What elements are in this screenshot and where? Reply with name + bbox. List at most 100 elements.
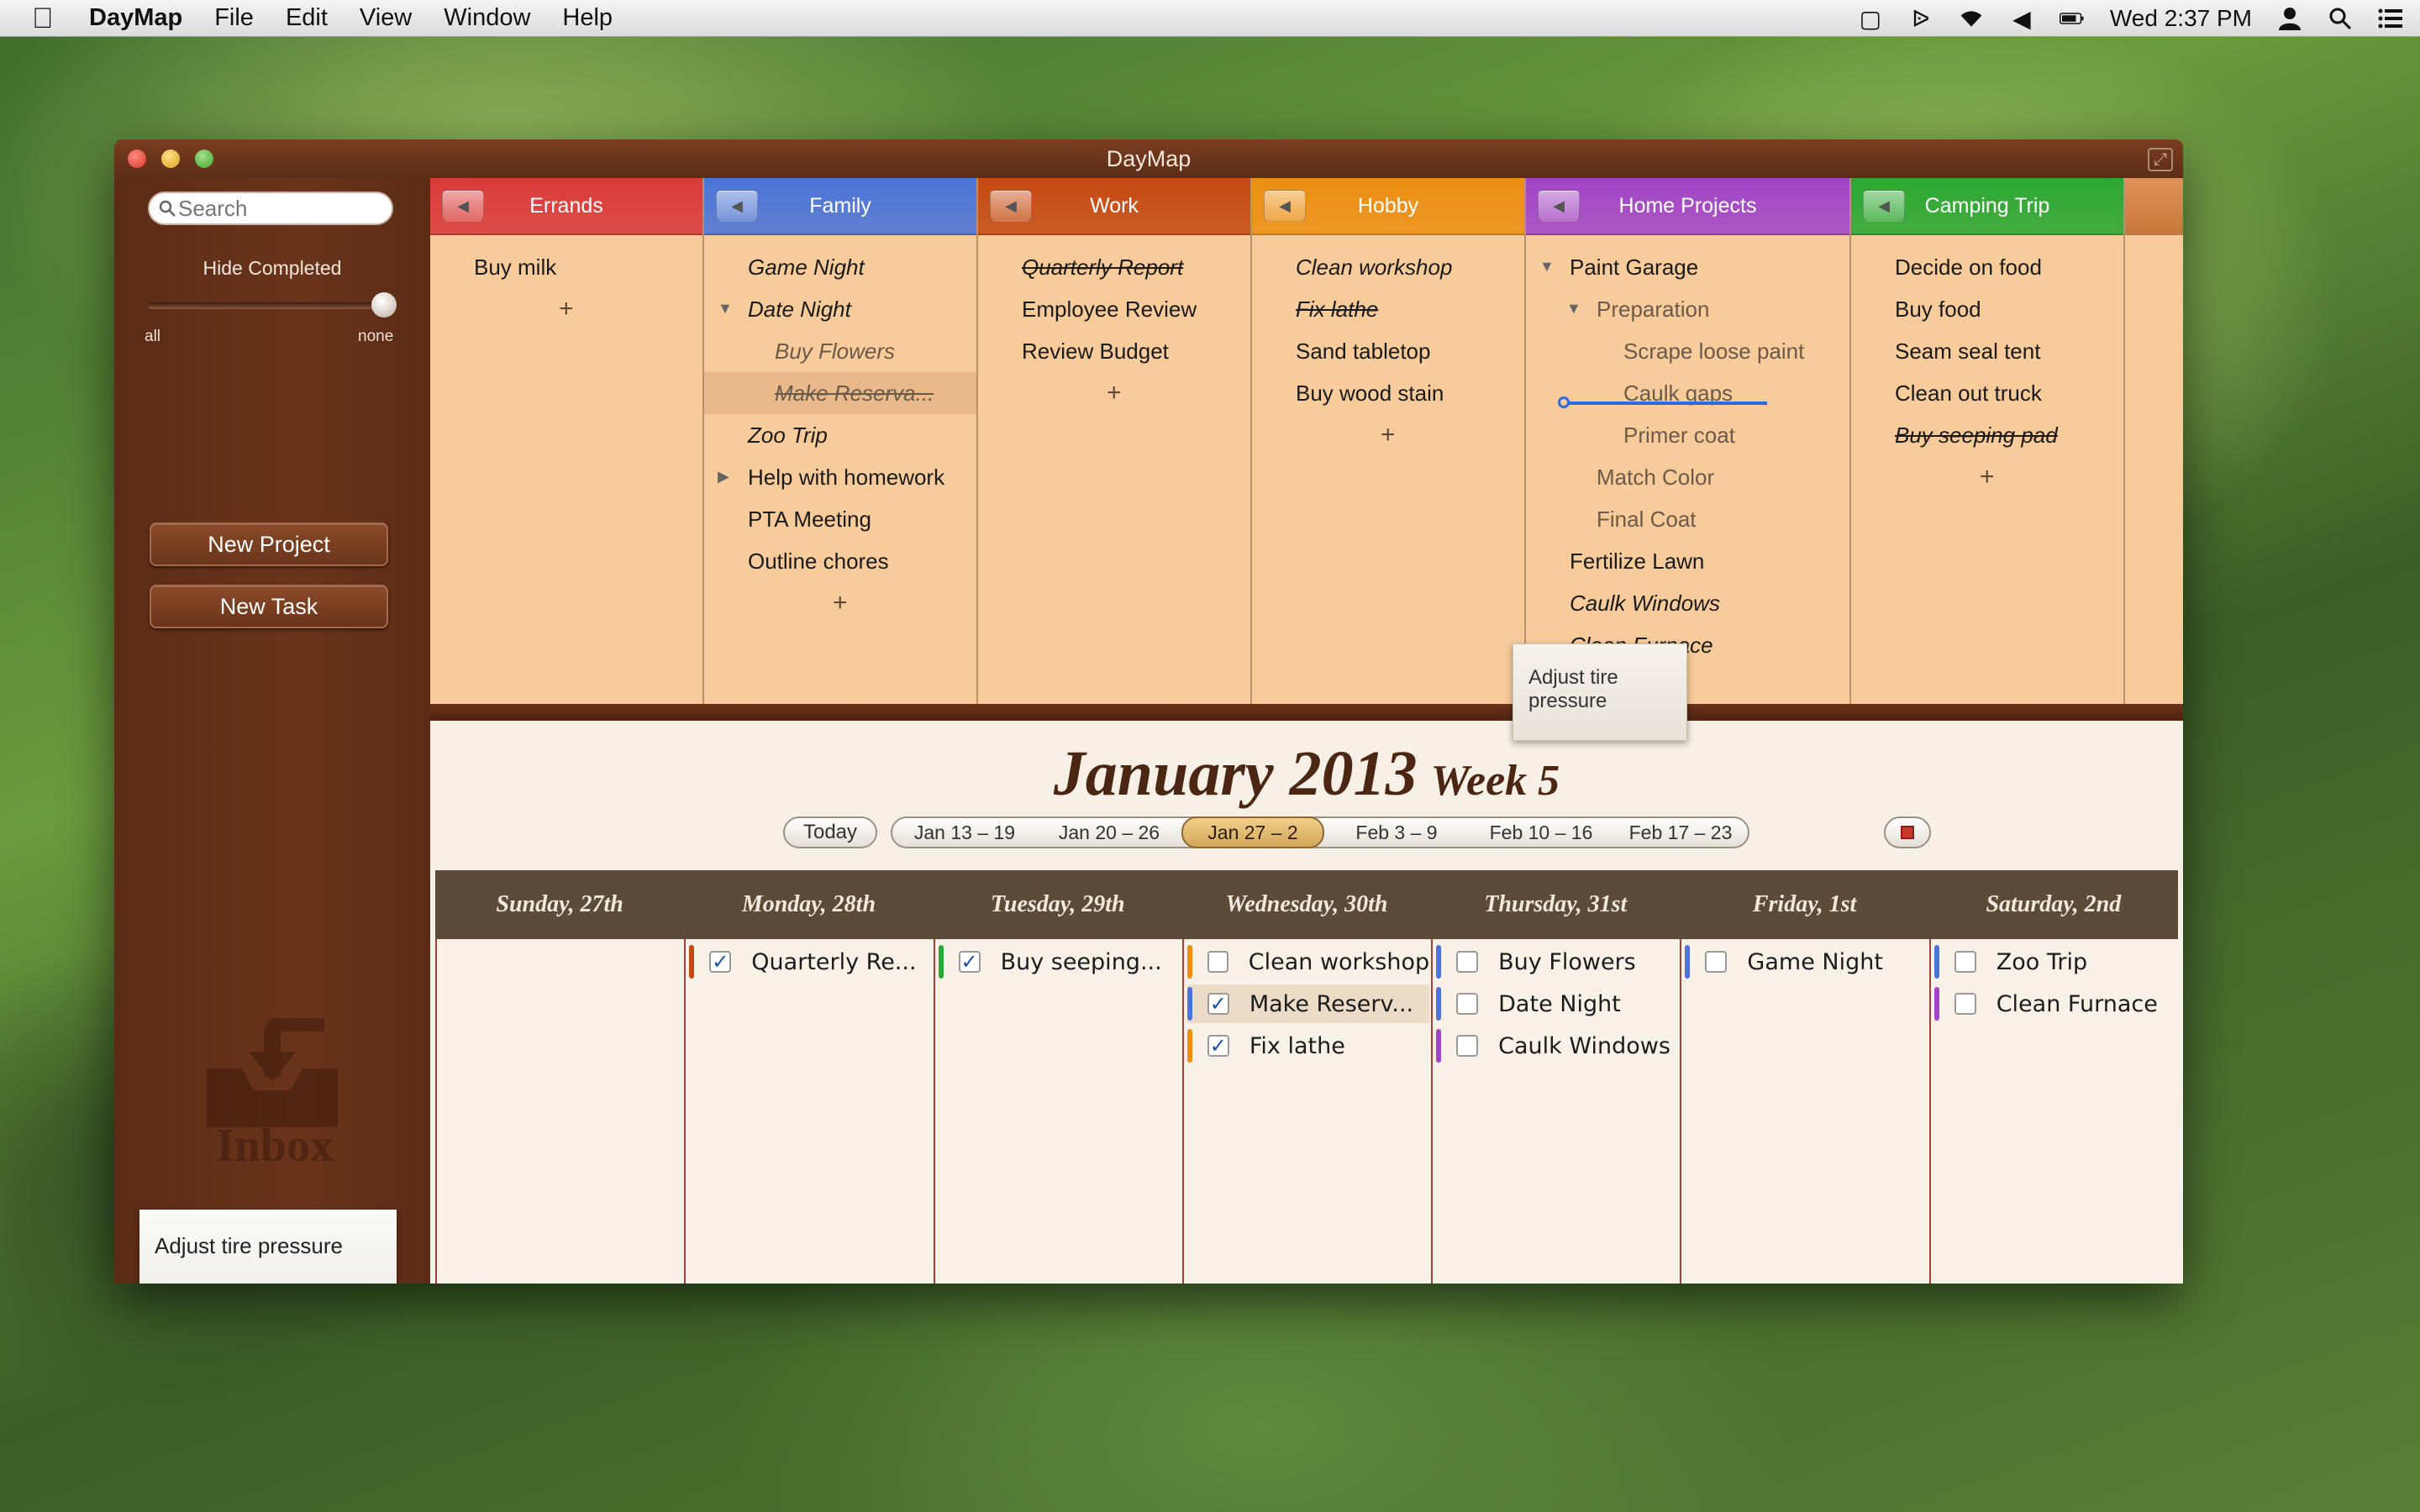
- calendar-task[interactable]: ✓ Buy seeping...: [938, 942, 1181, 981]
- task-checkbox[interactable]: [1456, 1035, 1479, 1057]
- task-item[interactable]: Game Night: [748, 246, 865, 288]
- day-column[interactable]: Buy Flowers Date Night Caulk Windows: [1431, 939, 1680, 1284]
- menu-edit[interactable]: Edit: [286, 4, 328, 32]
- window-icon[interactable]: ▢: [1858, 6, 1883, 32]
- calendar-task[interactable]: Buy Flowers: [1436, 942, 1678, 981]
- project-header[interactable]: ◀ Camping Trip: [1851, 178, 2123, 235]
- calendar-picker-button[interactable]: [1884, 816, 1931, 848]
- task-item[interactable]: Fix lathe: [1296, 288, 1378, 330]
- close-button[interactable]: [128, 150, 146, 168]
- task-item[interactable]: Zoo Trip: [748, 414, 828, 456]
- day-column[interactable]: ✓ Buy seeping...: [933, 939, 1182, 1284]
- disclosure-closed-icon[interactable]: ▶: [718, 468, 729, 486]
- notification-center-icon[interactable]: [2378, 6, 2403, 31]
- project-header[interactable]: ◀ Work: [978, 178, 1250, 235]
- day-column[interactable]: Clean workshop ✓ Make Reserv... ✓ Fix lathe: [1181, 939, 1431, 1284]
- inbox-task-note[interactable]: Adjust tire pressure: [139, 1210, 397, 1284]
- task-item[interactable]: Buy food: [1895, 288, 1981, 330]
- task-item[interactable]: Buy milk: [474, 246, 556, 288]
- task-item[interactable]: Outline chores: [748, 540, 889, 582]
- task-item[interactable]: Primer coat: [1623, 414, 1735, 456]
- user-icon[interactable]: [2277, 6, 2302, 31]
- task-item[interactable]: Employee Review: [1022, 288, 1197, 330]
- task-item[interactable]: Clean out truck: [1895, 372, 2042, 414]
- volume-icon[interactable]: ◀: [2009, 6, 2034, 32]
- disclosure-open-icon[interactable]: ▼: [718, 300, 733, 318]
- task-item[interactable]: Buy Flowers: [775, 330, 895, 372]
- calendar-task[interactable]: ✓ Make Reserv...: [1186, 984, 1430, 1023]
- battery-icon[interactable]: [2059, 6, 2085, 31]
- add-task-icon[interactable]: +: [1107, 381, 1122, 406]
- week-button[interactable]: Feb 10 – 16: [1469, 818, 1613, 847]
- task-item[interactable]: Help with homework: [748, 456, 944, 498]
- minimize-button[interactable]: [161, 150, 180, 168]
- today-button[interactable]: Today: [783, 816, 877, 848]
- calendar-task[interactable]: Caulk Windows: [1436, 1026, 1678, 1065]
- day-column[interactable]: Game Night: [1680, 939, 1928, 1284]
- week-button[interactable]: Jan 20 – 26: [1037, 818, 1181, 847]
- menu-help[interactable]: Help: [562, 4, 613, 32]
- bluetooth-icon[interactable]: ᐉ: [1908, 6, 1933, 32]
- zoom-button[interactable]: [195, 150, 213, 168]
- task-item[interactable]: Clean workshop: [1296, 246, 1452, 288]
- disclosure-open-icon[interactable]: ▼: [1566, 300, 1581, 318]
- task-item[interactable]: Decide on food: [1895, 246, 2042, 288]
- dragged-task-note[interactable]: Adjust tire pressure: [1512, 643, 1687, 741]
- add-task-icon[interactable]: +: [1980, 465, 1995, 490]
- task-item[interactable]: Sand tabletop: [1296, 330, 1430, 372]
- project-header[interactable]: ◀ Home Projects: [1526, 178, 1849, 235]
- task-item[interactable]: Buy seeping pad: [1895, 414, 2058, 456]
- add-task-icon[interactable]: +: [1381, 423, 1396, 448]
- day-column[interactable]: Zoo Trip Clean Furnace: [1928, 939, 2178, 1284]
- hide-completed-slider[interactable]: [148, 292, 397, 318]
- calendar-task[interactable]: Date Night: [1436, 984, 1678, 1023]
- task-item[interactable]: Caulk Windows: [1570, 582, 1720, 624]
- task-checkbox[interactable]: [1954, 993, 1976, 1015]
- task-checkbox[interactable]: [1207, 951, 1228, 973]
- disclosure-open-icon[interactable]: ▼: [1539, 258, 1555, 276]
- task-item[interactable]: Buy wood stain: [1296, 372, 1444, 414]
- project-header[interactable]: ◀ Family: [704, 178, 976, 235]
- task-checkbox[interactable]: [1954, 951, 1976, 973]
- apple-menu-icon[interactable]: : [32, 4, 60, 33]
- new-project-button[interactable]: New Project: [150, 522, 388, 566]
- calendar-task[interactable]: ✓ Quarterly Re...: [689, 942, 931, 981]
- task-item[interactable]: Caulk gaps: [1623, 372, 1733, 414]
- search-input[interactable]: [178, 195, 380, 222]
- calendar-task[interactable]: Clean Furnace: [1933, 984, 2176, 1023]
- week-button[interactable]: Feb 17 – 23: [1613, 818, 1748, 847]
- spotlight-search-icon[interactable]: [2328, 6, 2353, 31]
- task-checkbox[interactable]: ✓: [958, 951, 981, 973]
- task-item[interactable]: Quarterly Report: [1022, 246, 1183, 288]
- task-item[interactable]: Preparation: [1597, 288, 1709, 330]
- week-button[interactable]: Jan 13 – 19: [892, 818, 1037, 847]
- title-bar[interactable]: DayMap ⤢: [114, 139, 2183, 178]
- week-button[interactable]: Feb 3 – 9: [1324, 818, 1469, 847]
- task-item[interactable]: Match Color: [1597, 456, 1714, 498]
- day-column[interactable]: [435, 939, 684, 1284]
- menu-view[interactable]: View: [360, 4, 412, 32]
- menu-file[interactable]: File: [214, 4, 254, 32]
- project-header[interactable]: ◀ Errands: [430, 178, 702, 235]
- task-item[interactable]: Seam seal tent: [1895, 330, 2040, 372]
- collapse-project-button[interactable]: ◀: [1863, 190, 1905, 222]
- day-column[interactable]: ✓ Quarterly Re...: [684, 939, 933, 1284]
- collapse-project-button[interactable]: ◀: [442, 190, 484, 222]
- collapse-project-button[interactable]: ◀: [1264, 190, 1306, 222]
- task-item[interactable]: Final Coat: [1597, 498, 1697, 540]
- search-field[interactable]: [148, 192, 393, 225]
- task-item[interactable]: Scrape loose paint: [1623, 330, 1804, 372]
- task-checkbox[interactable]: [1705, 951, 1728, 973]
- new-task-button[interactable]: New Task: [150, 585, 388, 628]
- collapse-project-button[interactable]: ◀: [990, 190, 1032, 222]
- collapse-project-button[interactable]: ◀: [716, 190, 758, 222]
- calendar-task[interactable]: Zoo Trip: [1933, 942, 2176, 981]
- slider-knob[interactable]: [371, 292, 397, 318]
- fullscreen-icon[interactable]: ⤢: [2148, 148, 2173, 171]
- task-item[interactable]: Review Budget: [1022, 330, 1169, 372]
- calendar-task[interactable]: Game Night: [1685, 942, 1927, 981]
- task-checkbox[interactable]: [1456, 951, 1479, 973]
- task-item[interactable]: PTA Meeting: [748, 498, 871, 540]
- task-checkbox[interactable]: ✓: [709, 951, 732, 973]
- add-task-icon[interactable]: +: [833, 591, 848, 616]
